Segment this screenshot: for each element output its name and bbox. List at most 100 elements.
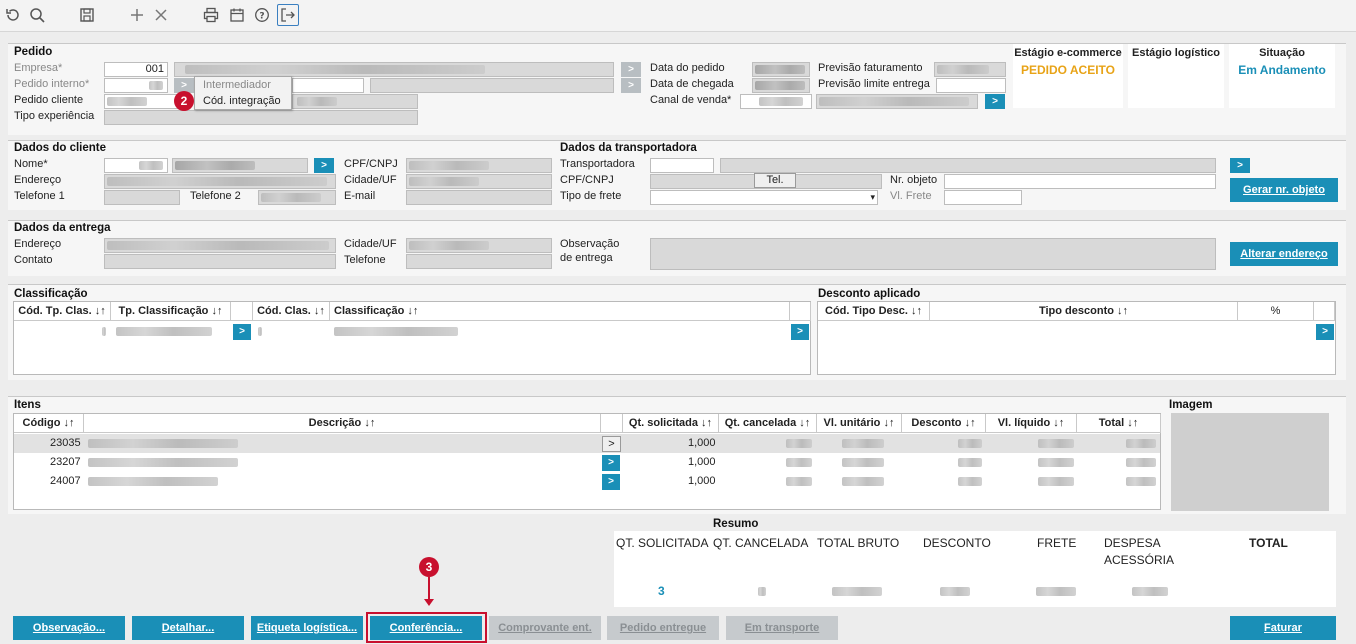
help-icon[interactable]: ?	[251, 4, 273, 26]
table-row[interactable]: 23207 > 1,000	[14, 453, 1160, 472]
col-tipo-desconto[interactable]: Tipo desconto ↓↑	[930, 302, 1238, 321]
observacao-entrega-field[interactable]	[650, 238, 1216, 270]
previsao-limite-label: Previsão limite entrega	[818, 78, 930, 90]
empresa-arrow-button[interactable]: >	[621, 62, 641, 77]
comprovante-entrega-button[interactable]: Comprovante ent.	[489, 616, 601, 640]
pedido-interno-field[interactable]	[104, 78, 168, 93]
observacao-button[interactable]: Observação...	[13, 616, 125, 640]
item-qt-solicitada: 1,000	[688, 475, 716, 487]
col-vl-unitario[interactable]: Vl. unitário ↓↑	[817, 414, 902, 433]
previsao-faturamento-field[interactable]	[934, 62, 1006, 77]
col-vl-liquido[interactable]: Vl. líquido ↓↑	[986, 414, 1077, 433]
faturar-button[interactable]: Faturar	[1230, 616, 1336, 640]
exit-icon[interactable]	[277, 4, 299, 26]
row-arrow-button[interactable]: >	[602, 436, 621, 452]
pedido-entregue-button[interactable]: Pedido entregue	[607, 616, 719, 640]
intermediador-arrow-button[interactable]: >	[621, 78, 641, 93]
resumo-total-label: TOTAL	[1249, 536, 1288, 550]
col-qt-cancelada[interactable]: Qt. cancelada ↓↑	[719, 414, 817, 433]
col-cod-clas[interactable]: Cód. Clas. ↓↑	[253, 302, 330, 321]
empresa-name-field	[174, 62, 614, 77]
table-row[interactable]: 24007 > 1,000	[14, 472, 1160, 491]
vl-frete-field[interactable]	[944, 190, 1022, 205]
desconto-arrow-button[interactable]: >	[1316, 324, 1334, 340]
em-transporte-button[interactable]: Em transporte	[726, 616, 838, 640]
entrega-section-title: Dados da entrega	[14, 222, 111, 234]
telefone2-label: Telefone 2	[190, 190, 241, 202]
search-icon[interactable]	[26, 4, 48, 26]
col-spacer-2	[790, 302, 811, 321]
nr-objeto-field[interactable]	[944, 174, 1216, 189]
col-tp-classificacao[interactable]: Tp. Classificação ↓↑	[111, 302, 231, 321]
resumo-section-title: Resumo	[713, 518, 759, 530]
col-descricao[interactable]: Descrição ↓↑	[84, 414, 601, 433]
col-percent[interactable]: %	[1238, 302, 1314, 321]
nome-code-field[interactable]	[104, 158, 168, 173]
popup-item-cod-integracao[interactable]: Cód. integração	[203, 95, 281, 107]
refresh-icon[interactable]	[2, 4, 24, 26]
resumo-total-bruto-label: TOTAL BRUTO	[817, 536, 900, 550]
calendar-icon[interactable]	[226, 4, 248, 26]
col-classificacao[interactable]: Classificação ↓↑	[330, 302, 790, 321]
col-cod-tp-clas[interactable]: Cód. Tp. Clas. ↓↑	[14, 302, 111, 321]
pedido-cliente-field[interactable]	[104, 94, 180, 109]
table-row[interactable]: 23035 > 1,000	[14, 434, 1160, 453]
tipo-frete-select[interactable]: ▾	[650, 190, 878, 205]
transportadora-name-field	[720, 158, 1216, 173]
col-spacer	[601, 414, 623, 433]
canal-venda-field[interactable]	[740, 94, 812, 109]
classificacao-section-title: Classificação	[14, 288, 88, 300]
close-icon[interactable]	[150, 4, 172, 26]
previsao-limite-field[interactable]	[936, 78, 1006, 93]
telefone1-label: Telefone 1	[14, 190, 65, 202]
itens-section-title: Itens	[14, 399, 41, 411]
cpf-cliente-field	[406, 158, 552, 173]
col-spacer	[1314, 302, 1335, 321]
endereco-cliente-field	[104, 174, 336, 189]
itens-table: Código ↓↑ Descrição ↓↑ Qt. solicitada ↓↑…	[13, 413, 1161, 510]
pedido-interno-label: Pedido interno*	[14, 78, 90, 90]
save-icon[interactable]	[76, 4, 98, 26]
row-arrow-button[interactable]: >	[791, 324, 809, 340]
col-codigo[interactable]: Código ↓↑	[14, 414, 84, 433]
empresa-field[interactable]: 001	[104, 62, 168, 77]
canal-venda-arrow-button[interactable]: >	[985, 94, 1005, 109]
col-cod-tipo-desc[interactable]: Cód. Tipo Desc. ↓↑	[818, 302, 930, 321]
add-icon[interactable]	[126, 4, 148, 26]
transportadora-arrow-button[interactable]: >	[1230, 158, 1250, 173]
classificacao-table: Cód. Tp. Clas. ↓↑ Tp. Classificação ↓↑ C…	[13, 301, 811, 375]
nome-arrow-button[interactable]: >	[314, 158, 334, 173]
etiqueta-logistica-button[interactable]: Etiqueta logística...	[251, 616, 363, 640]
print-icon[interactable]	[200, 4, 222, 26]
estagio-logistico-card: Estágio logístico	[1128, 44, 1224, 108]
alterar-endereco-button[interactable]: Alterar endereço	[1230, 242, 1338, 266]
conferencia-button[interactable]: Conferência...	[370, 616, 482, 640]
row-arrow-button[interactable]: >	[233, 324, 251, 340]
telefone-entrega-label: Telefone	[344, 254, 386, 266]
svg-text:?: ?	[259, 12, 264, 22]
cliente-section-title: Dados do cliente	[14, 142, 107, 154]
gerar-nr-objeto-button[interactable]: Gerar nr. objeto	[1230, 178, 1338, 202]
cidade-cliente-label: Cidade/UF	[344, 174, 397, 186]
tipo-experiencia-field[interactable]	[104, 110, 418, 125]
row-arrow-button[interactable]: >	[602, 474, 620, 490]
resumo-frete-label: FRETE	[1037, 536, 1077, 550]
intermediador-field[interactable]	[292, 78, 364, 93]
tel-button[interactable]: Tel.	[754, 173, 796, 188]
transportadora-label: Transportadora	[560, 158, 635, 170]
detalhar-button[interactable]: Detalhar...	[132, 616, 244, 640]
transportadora-code-field[interactable]	[650, 158, 714, 173]
col-total[interactable]: Total ↓↑	[1077, 414, 1161, 433]
canal-venda-label: Canal de venda*	[650, 94, 732, 106]
resumo-qt-solicitada-label: QT. SOLICITADA	[616, 536, 709, 550]
popup-item-intermediador[interactable]: Intermediador	[203, 79, 271, 91]
data-pedido-field	[752, 62, 810, 77]
annotation-badge-2: 2	[174, 91, 194, 111]
row-arrow-button[interactable]: >	[602, 455, 620, 471]
cod-integracao-field	[292, 94, 418, 109]
table-row[interactable]: > >	[14, 322, 810, 341]
telefone1-field	[104, 190, 180, 205]
col-desconto[interactable]: Desconto ↓↑	[902, 414, 986, 433]
col-qt-solicitada[interactable]: Qt. solicitada ↓↑	[623, 414, 719, 433]
observacao-entrega-label-2: de entrega	[560, 252, 613, 264]
